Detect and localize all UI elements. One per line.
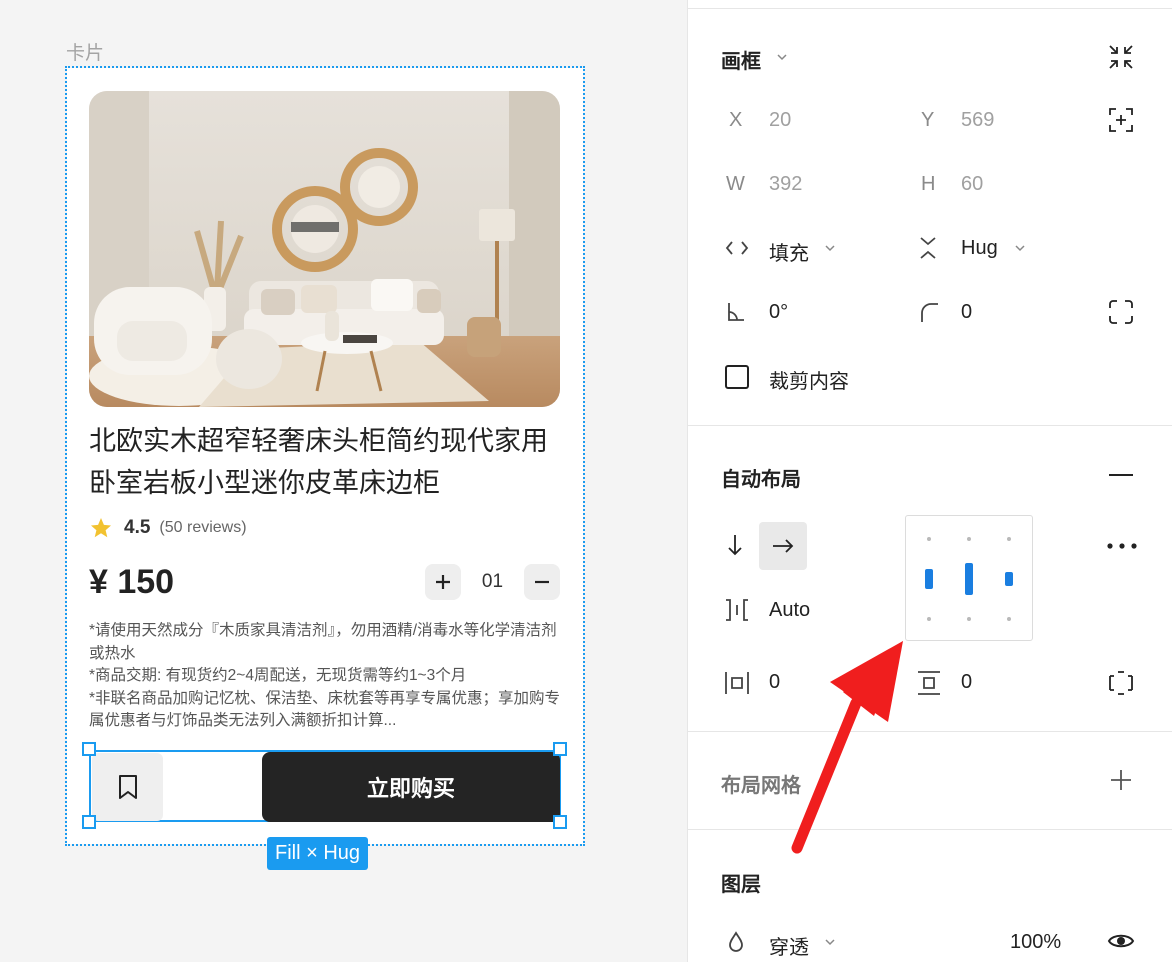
vertical-direction-icon[interactable] [726, 533, 744, 557]
auto-layout-section-title: 自动布局 [721, 469, 801, 491]
independent-corners-icon[interactable] [1108, 299, 1134, 325]
w-label: W [726, 173, 745, 195]
horizontal-resize-icon [725, 241, 749, 255]
w-value[interactable]: 392 [769, 173, 802, 196]
alignment-dot[interactable] [1007, 537, 1011, 541]
frame-section-title[interactable]: 画框 [721, 45, 761, 74]
h-label: H [921, 173, 936, 195]
bookmark-button[interactable] [92, 753, 163, 821]
blend-mode-value[interactable]: 穿透 [769, 931, 809, 960]
note-line: *非联名商品加购记忆枕、保洁垫、床枕套等再享专属优惠；享加购专属优惠者与灯饰品类… [89, 689, 561, 730]
corner-radius-icon [921, 303, 938, 322]
bookmark-icon [118, 775, 137, 799]
product-card[interactable]: 北欧实木超窄轻奢床头柜简约现代家用卧室岩板小型迷你皮革床边柜 4.5 (50 r… [67, 68, 583, 844]
review-count: (50 reviews) [159, 519, 247, 536]
resize-handle-top-right[interactable] [553, 742, 567, 756]
clip-content-checkbox[interactable] [725, 365, 749, 389]
layer-section-title: 图层 [721, 874, 761, 896]
eye-icon[interactable] [1107, 931, 1135, 951]
vertical-padding-value[interactable]: 0 [961, 671, 972, 694]
arrow-right-icon [773, 539, 794, 553]
width-mode-value[interactable]: 填充 [769, 237, 809, 266]
plus-icon [436, 575, 450, 589]
product-title: 北欧实木超窄轻奢床头柜简约现代家用卧室岩板小型迷你皮革床边柜 [89, 426, 548, 498]
divider [688, 425, 1172, 426]
item-spacing-value[interactable]: Auto [769, 599, 810, 622]
add-layout-grid-icon[interactable] [1110, 769, 1132, 791]
height-mode-value[interactable]: Hug [961, 237, 998, 260]
rotation-value[interactable]: 0° [769, 301, 788, 324]
chevron-down-icon[interactable] [825, 937, 835, 947]
alignment-dot[interactable] [927, 537, 931, 541]
blend-mode-icon [729, 931, 743, 952]
size-badge: Fill × Hug [267, 837, 369, 870]
resize-handle-top-left[interactable] [82, 742, 96, 756]
product-rating: 4.5 (50 reviews) [89, 515, 247, 541]
buy-now-button[interactable]: 立即购买 [262, 752, 560, 822]
divider [688, 8, 1172, 9]
product-notes: *请使用天然成分『木质家具清洁剂』，勿用酒精/消毒水等化学清洁剂或热水 *商品交… [89, 620, 567, 733]
corner-radius-value[interactable]: 0 [961, 301, 972, 324]
alignment-bar-center[interactable] [965, 563, 973, 595]
divider [688, 829, 1172, 830]
x-label: X [729, 109, 743, 131]
absolute-position-icon[interactable] [1108, 107, 1134, 133]
collapse-icon[interactable] [1108, 44, 1134, 70]
resize-handle-bottom-left[interactable] [82, 815, 96, 829]
layout-grid-section-title: 布局网格 [721, 775, 801, 797]
alignment-dot[interactable] [1007, 617, 1011, 621]
properties-panel: 画框 X 20 Y 569 W 392 H 60 填充 Hug 0° 0 裁剪内… [687, 0, 1172, 962]
chevron-down-icon[interactable] [1015, 243, 1025, 253]
chevron-down-icon[interactable] [825, 243, 835, 253]
y-label: Y [921, 109, 935, 131]
star-icon [91, 518, 111, 538]
more-options-icon[interactable] [1106, 542, 1138, 550]
frame-label[interactable]: 卡片 [66, 38, 104, 65]
chevron-down-icon[interactable] [777, 52, 787, 62]
horizontal-padding-value[interactable]: 0 [769, 671, 780, 694]
x-value[interactable]: 20 [769, 109, 791, 132]
product-price: ¥ 150 [89, 563, 175, 601]
item-spacing-icon [726, 599, 748, 621]
divider [688, 731, 1172, 732]
alignment-bar-right[interactable] [1005, 572, 1013, 586]
opacity-value[interactable]: 100% [1010, 931, 1061, 954]
horizontal-direction-button[interactable] [759, 522, 807, 570]
note-line: *请使用天然成分『木质家具清洁剂』，勿用酒精/消毒水等化学清洁剂或热水 [89, 622, 557, 662]
vertical-resize-icon [920, 237, 936, 259]
decrease-quantity-button[interactable] [524, 564, 560, 600]
minus-icon [535, 580, 549, 584]
product-image [89, 91, 560, 407]
vertical-padding-icon [918, 671, 940, 695]
alignment-bar-left[interactable] [925, 569, 933, 589]
note-line: *商品交期: 有现货约2~4周配送，无现货需等约1~3个月 [89, 667, 467, 684]
independent-padding-icon[interactable] [1108, 670, 1134, 696]
increase-quantity-button[interactable] [425, 564, 461, 600]
y-value[interactable]: 569 [961, 109, 994, 132]
quantity-value[interactable]: 01 [461, 571, 524, 593]
resize-handle-bottom-right[interactable] [553, 815, 567, 829]
alignment-picker[interactable] [905, 515, 1033, 641]
horizontal-padding-icon [725, 672, 749, 694]
selected-action-row[interactable]: 立即购买 [89, 750, 561, 822]
rotation-icon [728, 303, 744, 321]
alignment-dot[interactable] [967, 537, 971, 541]
remove-auto-layout-icon[interactable] [1109, 473, 1133, 477]
rating-value: 4.5 [124, 517, 151, 538]
clip-content-label: 裁剪内容 [769, 371, 849, 393]
quantity-stepper: 01 [425, 564, 560, 600]
alignment-dot[interactable] [927, 617, 931, 621]
alignment-dot[interactable] [967, 617, 971, 621]
h-value[interactable]: 60 [961, 173, 983, 196]
